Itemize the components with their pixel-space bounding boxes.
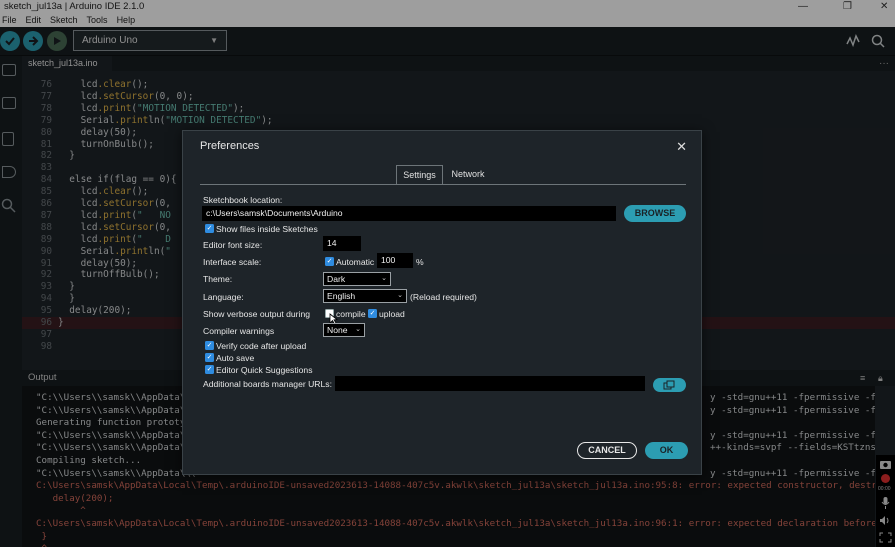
- language-select[interactable]: English ⌄: [323, 289, 407, 303]
- show-files-checkbox[interactable]: ✓: [205, 224, 214, 233]
- scale-unit: %: [416, 257, 424, 267]
- preferences-dialog: Preferences ✕ Settings Network Sketchboo…: [182, 130, 702, 475]
- verbose-compile-label: compile: [336, 309, 366, 319]
- chevron-down-icon: ⌄: [355, 326, 361, 333]
- scale-label: Interface scale:: [203, 257, 262, 267]
- font-size-label: Editor font size:: [203, 240, 263, 250]
- scale-auto-checkbox[interactable]: ✓: [325, 257, 334, 266]
- warnings-select[interactable]: None ⌄: [323, 323, 365, 337]
- warnings-value: None: [327, 325, 348, 335]
- language-value: English: [327, 291, 356, 301]
- verify-label: Verify code after upload: [216, 341, 307, 351]
- cancel-button[interactable]: CANCEL: [577, 442, 637, 459]
- verbose-upload-checkbox[interactable]: ✓: [368, 309, 377, 318]
- theme-select[interactable]: Dark ⌄: [323, 272, 391, 286]
- open-window-icon: [663, 380, 675, 390]
- chevron-down-icon: ⌄: [397, 292, 403, 299]
- sketchbook-label: Sketchbook location:: [203, 195, 283, 205]
- show-files-label: Show files inside Sketches: [216, 224, 318, 234]
- font-size-input[interactable]: 14: [323, 236, 361, 251]
- theme-label: Theme:: [203, 274, 233, 284]
- browse-button[interactable]: BROWSE: [624, 205, 686, 222]
- scale-input[interactable]: 100: [377, 253, 413, 268]
- tab-divider: [200, 184, 686, 185]
- autosave-label: Auto save: [216, 353, 255, 363]
- chevron-down-icon: ⌄: [381, 275, 387, 282]
- boards-url-input[interactable]: [335, 376, 645, 391]
- quick-suggestions-checkbox[interactable]: ✓: [205, 365, 214, 374]
- dialog-title: Preferences: [200, 140, 260, 152]
- sketchbook-input[interactable]: c:\Users\samsk\Documents\Arduino: [202, 206, 616, 221]
- close-icon[interactable]: ✕: [676, 139, 687, 155]
- scale-auto-label: Automatic: [336, 257, 375, 267]
- tab-network[interactable]: Network: [447, 165, 489, 185]
- verbose-upload-label: upload: [379, 309, 405, 319]
- language-note: (Reload required): [410, 292, 477, 302]
- boards-url-label: Additional boards manager URLs:: [203, 379, 332, 389]
- tab-settings[interactable]: Settings: [396, 165, 443, 185]
- warnings-label: Compiler warnings: [203, 326, 275, 336]
- language-label: Language:: [203, 292, 244, 302]
- boards-url-edit-button[interactable]: [653, 378, 686, 392]
- theme-value: Dark: [327, 274, 346, 284]
- quick-suggestions-label: Editor Quick Suggestions: [216, 365, 313, 375]
- verify-checkbox[interactable]: ✓: [205, 341, 214, 350]
- ok-button[interactable]: OK: [645, 442, 688, 459]
- verbose-label: Show verbose output during: [203, 309, 311, 319]
- autosave-checkbox[interactable]: ✓: [205, 353, 214, 362]
